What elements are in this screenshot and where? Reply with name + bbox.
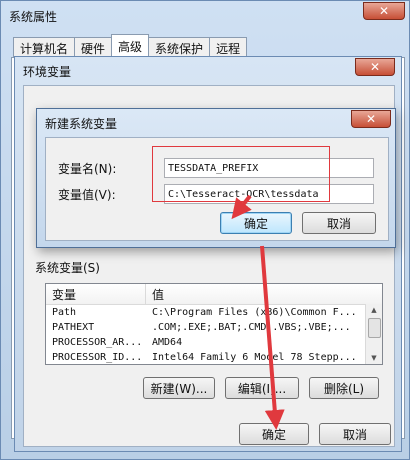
annotation-highlight-box [152, 146, 330, 202]
row-variable-name: PATHEXT [52, 322, 95, 333]
scroll-down-arrow-icon[interactable]: ▼ [366, 352, 382, 364]
row-variable-value: C:\Program Files (x86)\Common F... [152, 307, 357, 318]
column-header-variable[interactable]: 变量 [46, 284, 146, 304]
new-system-variable-close-button[interactable]: ✕ [351, 110, 391, 128]
edit-variable-button[interactable]: 编辑(I)... [225, 377, 299, 399]
tab-remote[interactable]: 远程 [209, 37, 248, 58]
environment-variables-close-button[interactable]: ✕ [355, 58, 395, 76]
variable-value-label: 变量值(V): [58, 188, 116, 202]
row-variable-name: PROCESSOR_ID... [52, 352, 143, 363]
tab-computer-name[interactable]: 计算机名 [13, 37, 76, 58]
scroll-up-arrow-icon[interactable]: ▲ [366, 304, 382, 316]
system-variables-list[interactable]: 变量 值 Path C:\Program Files (x86)\Common … [45, 283, 383, 365]
row-variable-name: PROCESSOR_AR... [52, 337, 143, 348]
new-system-variable-title: 新建系统变量 [45, 116, 118, 131]
new-variable-button[interactable]: 新建(W)... [143, 377, 215, 399]
system-properties-close-button[interactable]: ✕ [363, 2, 405, 20]
environment-ok-button[interactable]: 确定 [239, 423, 309, 445]
system-properties-title: 系统属性 [9, 9, 58, 24]
table-row[interactable]: PROCESSOR_ID... Intel64 Family 6 Model 7… [46, 350, 382, 364]
list-header: 变量 值 [46, 284, 382, 305]
scrollbar-thumb[interactable] [368, 318, 381, 338]
table-row[interactable]: PATHEXT .COM;.EXE;.BAT;.CMD;.VBS;.VBE;..… [46, 320, 382, 335]
list-scrollbar[interactable]: ▲ ▼ [365, 304, 382, 364]
environment-cancel-button[interactable]: 取消 [319, 423, 391, 445]
new-system-variable-titlebar[interactable]: 新建系统变量 ✕ [37, 109, 395, 137]
tab-hardware[interactable]: 硬件 [74, 37, 113, 58]
system-properties-titlebar[interactable]: 系统属性 ✕ [1, 1, 409, 31]
new-variable-cancel-button[interactable]: 取消 [302, 212, 376, 234]
row-variable-value: Intel64 Family 6 Model 78 Stepp... [152, 352, 357, 363]
variable-name-label: 变量名(N): [58, 162, 117, 176]
tab-system-protection[interactable]: 系统保护 [148, 37, 211, 58]
environment-variables-title: 环境变量 [23, 64, 72, 79]
row-variable-value: AMD64 [152, 337, 183, 348]
delete-variable-button[interactable]: 删除(L) [309, 377, 379, 399]
environment-variables-titlebar[interactable]: 环境变量 ✕ [15, 57, 401, 85]
row-variable-value: .COM;.EXE;.BAT;.CMD;.VBS;.VBE;... [152, 322, 351, 333]
table-row[interactable]: PROCESSOR_AR... AMD64 [46, 335, 382, 350]
new-variable-ok-button[interactable]: 确定 [220, 212, 292, 234]
system-properties-tabs: 计算机名 硬件 高级 系统保护 远程 [13, 34, 248, 58]
column-header-value[interactable]: 值 [146, 286, 382, 303]
row-variable-name: Path [52, 307, 77, 318]
table-row[interactable]: Path C:\Program Files (x86)\Common F... [46, 305, 382, 320]
tab-advanced[interactable]: 高级 [111, 34, 150, 58]
system-variables-label: 系统变量(S) [35, 261, 100, 275]
